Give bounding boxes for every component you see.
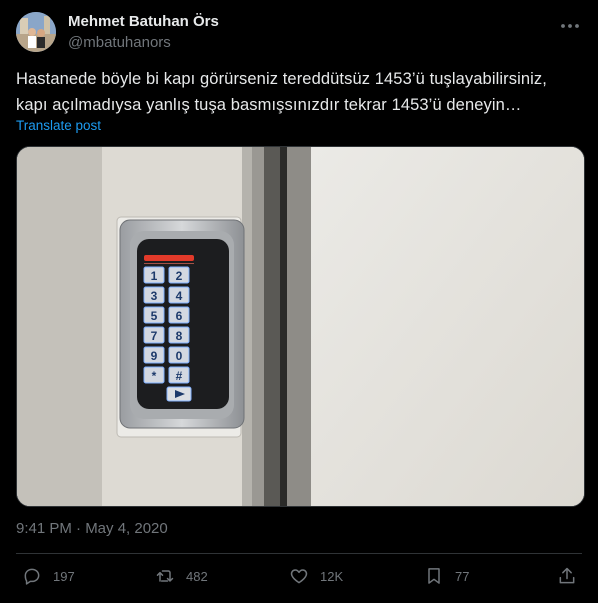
translate-post-link[interactable]: Translate post xyxy=(16,118,101,133)
reply-button[interactable]: 197 xyxy=(22,566,75,586)
keypad-key: 2 xyxy=(176,269,183,283)
bookmark-button[interactable]: 77 xyxy=(424,566,469,586)
author-handle[interactable]: @mbatuhanors xyxy=(68,33,219,53)
share-icon xyxy=(559,567,575,584)
door-keypad-photo-icon: 1 2 3 4 5 6 7 8 9 0 * # xyxy=(17,147,584,506)
keypad-key: 4 xyxy=(176,289,183,303)
keypad-key: 7 xyxy=(151,329,158,343)
heart-icon xyxy=(290,569,308,584)
keypad-key: * xyxy=(152,369,157,383)
bookmark-count: 77 xyxy=(455,568,470,584)
like-button[interactable]: 12K xyxy=(289,566,343,586)
like-count: 12K xyxy=(320,568,344,584)
keypad-key: 5 xyxy=(151,309,158,323)
keypad-key: 8 xyxy=(176,329,183,343)
post-card: Mehmet Batuhan Örs @mbatuhanors Hastaned… xyxy=(0,0,598,603)
keypad-key: # xyxy=(176,369,183,383)
divider xyxy=(16,553,582,554)
keypad-key: 0 xyxy=(176,349,183,363)
reply-icon xyxy=(24,568,40,585)
more-options-button[interactable] xyxy=(558,14,582,38)
bookmark-icon xyxy=(428,568,440,584)
post-text-line: Hastanede böyle bi kapı görürseniz tered… xyxy=(16,70,547,88)
repost-button[interactable]: 482 xyxy=(155,566,208,586)
post-timestamp[interactable]: 9:41 PM · May 4, 2020 xyxy=(16,520,168,537)
keypad-key: 1 xyxy=(151,269,158,283)
author-display-name[interactable]: Mehmet Batuhan Örs xyxy=(68,13,219,31)
keypad-key: 3 xyxy=(151,289,158,303)
keypad-key: 6 xyxy=(176,309,183,323)
post-text-line: kapı açılmadıysa yanlış tuşa basmışsınız… xyxy=(16,96,522,114)
user-avatar-photo-icon xyxy=(16,12,56,52)
author-avatar[interactable] xyxy=(16,12,56,52)
repost-count: 482 xyxy=(186,568,208,584)
post-text: Hastanede böyle bi kapı görürseniz tered… xyxy=(16,66,584,118)
post-actions-bar: 197 482 12K 77 xyxy=(0,566,598,594)
post-media-photo[interactable]: 1 2 3 4 5 6 7 8 9 0 * # xyxy=(16,146,585,507)
reply-count: 197 xyxy=(53,568,75,584)
share-button[interactable] xyxy=(557,566,577,586)
more-horizontal-icon xyxy=(561,24,579,28)
repost-icon xyxy=(156,570,174,582)
keypad-key: 9 xyxy=(151,349,158,363)
author-info: Mehmet Batuhan Örs @mbatuhanors xyxy=(68,13,219,53)
